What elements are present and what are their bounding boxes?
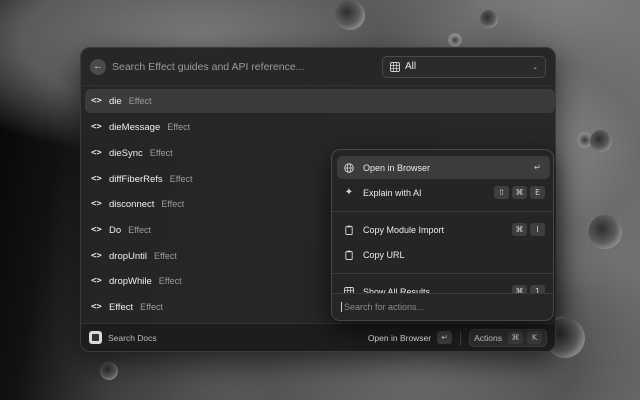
grid-icon [390, 61, 400, 72]
result-name: die [109, 95, 122, 107]
actions-label: Actions [474, 332, 502, 343]
code-icon: <> [91, 148, 102, 158]
filter-selected-value: All [405, 61, 417, 72]
menu-item-open-in-browser[interactable]: Open in Browser ↵ [337, 156, 550, 179]
actions-button[interactable]: Actions ⌘ K [469, 328, 547, 347]
command-key-icon: ⌘ [512, 223, 527, 236]
result-module: Effect [154, 251, 177, 261]
chevron-down-icon: ⌄ [532, 63, 538, 71]
search-bar: ← All ⌄ [81, 48, 555, 86]
menu-item-copy-url[interactable]: Copy URL [337, 243, 550, 266]
result-module: Effect [140, 302, 163, 312]
code-icon: <> [91, 225, 102, 235]
crater [335, 0, 365, 30]
result-name: dieMessage [109, 121, 161, 133]
crater [588, 215, 622, 249]
divider [460, 330, 462, 345]
code-icon: <> [91, 122, 102, 132]
menu-divider [332, 273, 553, 274]
clipboard-icon [345, 250, 353, 260]
command-key-icon: ⌘ [508, 331, 523, 344]
search-input[interactable] [112, 60, 382, 73]
arrow-left-icon: ← [93, 60, 103, 72]
code-icon: <> [91, 96, 102, 106]
return-key-icon: ↵ [437, 331, 453, 344]
result-module: Effect [128, 225, 152, 235]
code-icon: <> [91, 302, 102, 312]
result-module: Effect [161, 199, 185, 209]
menu-item-explain-with-ai[interactable]: ✦ Explain with AI ⇧ ⌘ E [337, 181, 550, 204]
filter-dropdown[interactable]: All ⌄ [382, 55, 546, 78]
result-name: Effect [109, 301, 134, 313]
globe-icon [344, 162, 354, 173]
e-key: E [530, 186, 545, 199]
code-icon: <> [91, 251, 102, 261]
footer-primary-action[interactable]: Open in Browser [368, 333, 431, 343]
result-module: Effect [169, 174, 193, 184]
footer-bar: Search Docs Open in Browser ↵ Actions ⌘ … [81, 323, 555, 351]
k-key: K [527, 331, 542, 344]
crater [480, 10, 498, 28]
back-button[interactable]: ← [90, 58, 106, 75]
menu-item-label: Copy URL [363, 249, 405, 260]
code-icon: <> [91, 199, 102, 209]
result-name: dropUntil [109, 250, 148, 262]
result-name: Do [109, 224, 122, 236]
code-icon: <> [91, 174, 102, 184]
result-item-dieMessage[interactable]: <> dieMessage Effect [85, 115, 555, 139]
command-key-icon: ⌘ [512, 186, 527, 199]
actions-search-bar [332, 293, 553, 320]
sparkle-icon: ✦ [344, 187, 354, 198]
code-icon: <> [91, 276, 102, 286]
menu-item-label: Open in Browser [363, 162, 431, 173]
result-name: disconnect [109, 198, 155, 210]
result-name: diffFiberRefs [109, 173, 163, 185]
result-module: Effect [158, 276, 182, 286]
menu-item-label: Explain with AI [363, 187, 422, 198]
crater [100, 362, 118, 380]
result-module: Effect [149, 148, 173, 158]
return-key-icon: ↵ [530, 161, 545, 174]
actions-menu: Open in Browser ↵ ✦ Explain with AI ⇧ ⌘ … [331, 149, 554, 321]
actions-search-input[interactable] [341, 302, 544, 312]
result-name: dieSync [109, 147, 143, 159]
effect-logo-icon [89, 331, 102, 344]
result-item-die[interactable]: <> die Effect [85, 89, 555, 113]
menu-item-copy-module-import[interactable]: Copy Module Import ⌘ I [337, 218, 550, 241]
result-name: dropWhile [109, 275, 152, 287]
i-key: I [530, 223, 545, 236]
footer-title: Search Docs [108, 332, 157, 343]
shift-key-icon: ⇧ [494, 186, 509, 199]
crater [590, 130, 612, 152]
menu-divider [332, 211, 553, 212]
result-module: Effect [167, 122, 191, 132]
result-module: Effect [128, 96, 152, 106]
menu-item-label: Copy Module Import [363, 224, 445, 235]
clipboard-icon [345, 225, 353, 235]
